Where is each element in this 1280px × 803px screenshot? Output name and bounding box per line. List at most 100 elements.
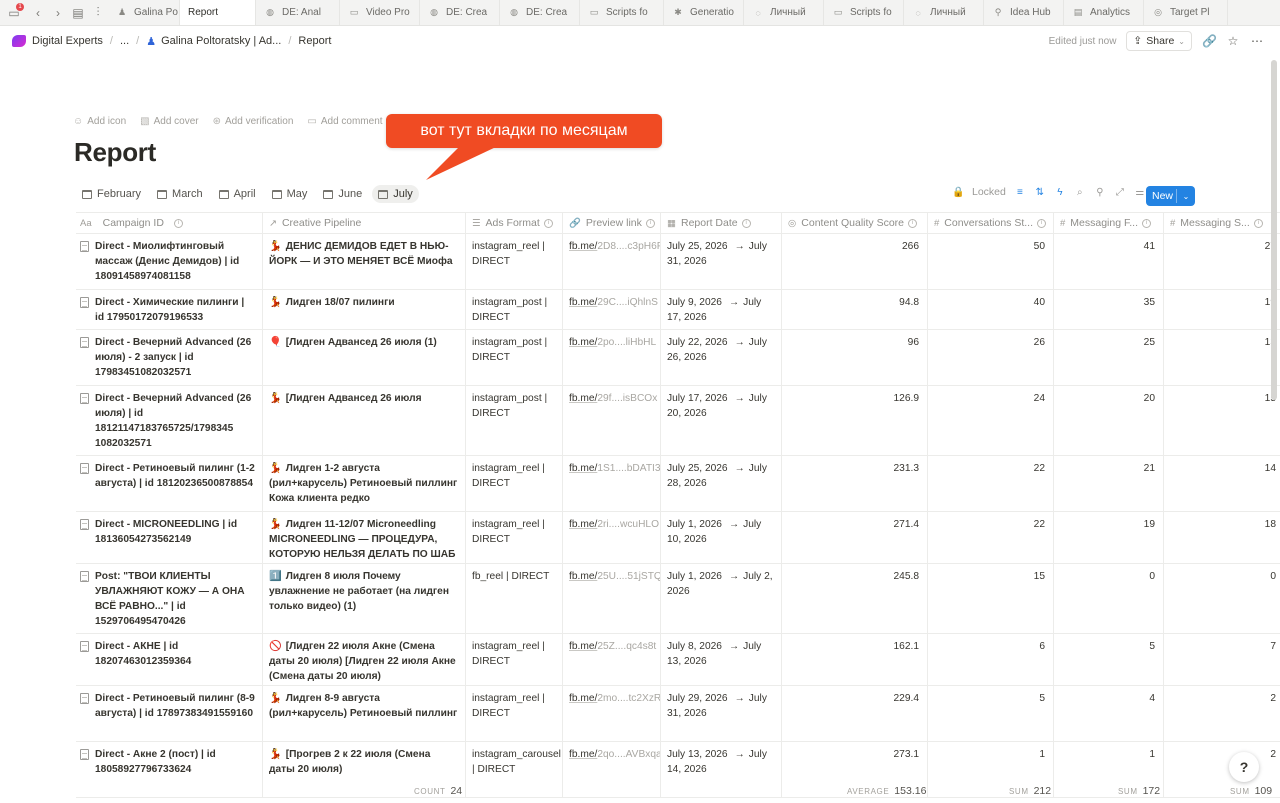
browser-tab[interactable]: ▭ Scripts fo (824, 0, 904, 25)
preview-link[interactable]: fb.me/2ri....wcuHLO (569, 519, 659, 530)
info-icon[interactable]: i (645, 218, 655, 228)
automation-icon[interactable]: ϟ (1054, 187, 1066, 198)
page-title[interactable]: Report (74, 137, 156, 168)
column-header[interactable]: ▦ Report Date i (661, 213, 782, 233)
quality-score-cell[interactable]: 266 (782, 234, 928, 289)
browser-tab[interactable]: ◌ Личный (744, 0, 824, 25)
stats-icon[interactable]: ⫶ (88, 0, 108, 25)
preview-link[interactable]: fb.me/29f....isBCOx (569, 393, 657, 404)
info-icon[interactable]: i (173, 218, 183, 228)
sort-icon[interactable]: ⇅ (1034, 187, 1046, 198)
browser-tab[interactable]: ▭ Video Pro (340, 0, 420, 25)
column-header[interactable]: ☰ Ads Format i (466, 213, 563, 233)
messaging-f-cell[interactable]: 25 (1054, 330, 1164, 385)
preview-link-cell[interactable]: fb.me/2mo....tc2XzR (563, 686, 661, 741)
preview-link-cell[interactable]: fb.me/2po....liHbHL (563, 330, 661, 385)
quality-score-cell[interactable]: 271.4 (782, 512, 928, 563)
preview-link[interactable]: fb.me/2D8....c3pH6P (569, 241, 660, 252)
messaging-f-cell[interactable]: 19 (1054, 512, 1164, 563)
conversations-cell[interactable]: 5 (928, 686, 1054, 741)
messaging-s-cell[interactable]: 7 (1164, 634, 1280, 685)
creative-cell[interactable]: 🚫 [Лидген 22 июля Акне (Смена даты 20 июл… (263, 634, 466, 685)
breadcrumb-workspace[interactable]: Digital Experts (32, 35, 103, 47)
browser-tab[interactable]: ✱ Generatio (664, 0, 744, 25)
messaging-s-cell[interactable]: 0 (1164, 564, 1280, 633)
table-row[interactable]: Direct - Химические пилинги | id 1795017… (76, 290, 1280, 330)
campaign-cell[interactable]: Direct - Вечерний Advanced (26 июля) - 2… (76, 330, 263, 385)
conversations-cell[interactable]: 50 (928, 234, 1054, 289)
browser-tab[interactable]: ◍ DE: Anal (256, 0, 340, 25)
quality-score-cell[interactable]: 245.8 (782, 564, 928, 633)
zoom-icon[interactable]: ⌕ (1074, 187, 1086, 198)
table-row[interactable]: Direct - Ретиноевый пилинг (1-2 августа)… (76, 456, 1280, 512)
preview-link[interactable]: fb.me/29C....iQhlnS (569, 297, 658, 308)
browser-tab[interactable]: ⚲ Idea Hub (984, 0, 1064, 25)
messaging-f-cell[interactable]: 5 (1054, 634, 1164, 685)
footer-sum-messaging-f[interactable]: SUM 172 (1118, 785, 1160, 797)
info-icon[interactable]: i (741, 218, 751, 228)
column-header[interactable]: Aa Campaign ID i (76, 213, 263, 233)
quality-score-cell[interactable]: 231.3 (782, 456, 928, 511)
table-row[interactable]: Post: "ТВОИ КЛИЕНТЫ УВЛАЖНЯЮТ КОЖУ — А О… (76, 564, 1280, 634)
messaging-f-cell[interactable]: 21 (1054, 456, 1164, 511)
browser-tab[interactable]: ▤ Analytics (1064, 0, 1144, 25)
conversations-cell[interactable]: 22 (928, 512, 1054, 563)
messaging-f-cell[interactable]: 41 (1054, 234, 1164, 289)
footer-count[interactable]: COUNT 24 (414, 785, 462, 797)
creative-cell[interactable]: 💃 Лидген 11-12/07 Microneedling MICRONEED… (263, 512, 466, 563)
preview-link[interactable]: fb.me/1S1....bDATI3 (569, 463, 660, 474)
campaign-cell[interactable]: Direct - Вечерний Advanced (26 июля) | i… (76, 386, 263, 455)
messaging-s-cell[interactable]: 18 (1164, 512, 1280, 563)
report-date-cell[interactable]: July 29, 2026 → July 31, 2026 (661, 686, 782, 741)
search-icon[interactable]: ⚲ (1094, 187, 1106, 198)
chevron-down-icon[interactable]: ⌄ (1177, 192, 1195, 201)
expand-icon[interactable]: ⤢ (1114, 187, 1126, 198)
campaign-cell[interactable]: Post: "ТВОИ КЛИЕНТЫ УВЛАЖНЯЮТ КОЖУ — А О… (76, 564, 263, 633)
star-icon[interactable]: ☆ (1226, 34, 1240, 48)
preview-link-cell[interactable]: fb.me/29C....iQhlnS (563, 290, 661, 329)
locked-label[interactable]: Locked (972, 186, 1006, 198)
creative-cell[interactable]: 💃 ДЕНИС ДЕМИДОВ ЕДЕТ В НЬЮ-ЙОРК — И ЭТО М… (263, 234, 466, 289)
messaging-s-cell[interactable]: 13 (1164, 330, 1280, 385)
reader-icon[interactable]: ▤ (68, 0, 88, 25)
creative-cell[interactable]: 💃 Лидген 8-9 августа (рил+карусель) Ретин… (263, 686, 466, 741)
column-header[interactable]: ◎ Content Quality Score i (782, 213, 928, 233)
conversations-cell[interactable]: 22 (928, 456, 1054, 511)
creative-cell[interactable]: 💃 Лидген 1-2 августа (рил+карусель) Ретин… (263, 456, 466, 511)
conversations-cell[interactable]: 40 (928, 290, 1054, 329)
messaging-s-cell[interactable]: 27 (1164, 234, 1280, 289)
view-tab-july[interactable]: July (372, 185, 419, 203)
footer-sum-conversations[interactable]: SUM 212 (1009, 785, 1051, 797)
view-tab-june[interactable]: June (317, 185, 368, 203)
quality-score-cell[interactable]: 126.9 (782, 386, 928, 455)
breadcrumb-current[interactable]: Report (298, 35, 331, 47)
browser-tab[interactable]: ◌ Личный (904, 0, 984, 25)
preview-link-cell[interactable]: fb.me/25U....51jSTQ (563, 564, 661, 633)
link-icon[interactable]: 🔗 (1202, 34, 1217, 48)
conversations-cell[interactable]: 6 (928, 634, 1054, 685)
preview-link-cell[interactable]: fb.me/2D8....c3pH6P (563, 234, 661, 289)
table-row[interactable]: Direct - MICRONEEDLING | id 181360542735… (76, 512, 1280, 564)
table-row[interactable]: Direct - Вечерний Advanced (26 июля) - 2… (76, 330, 1280, 386)
report-date-cell[interactable]: July 9, 2026 → July 17, 2026 (661, 290, 782, 329)
scrollbar[interactable] (1271, 60, 1277, 400)
preview-link[interactable]: fb.me/25U....51jSTQ (569, 571, 660, 582)
settings-icon[interactable]: ⚌ (1134, 187, 1146, 198)
messaging-s-cell[interactable]: 19 (1164, 290, 1280, 329)
format-cell[interactable]: instagram_post | DIRECT (466, 330, 563, 385)
view-tab-march[interactable]: March (151, 185, 209, 203)
add-icon-button[interactable]: ☺ Add icon (73, 116, 126, 127)
messaging-f-cell[interactable]: 4 (1054, 686, 1164, 741)
share-button[interactable]: ⇪ Share ⌄ (1126, 31, 1192, 51)
help-button[interactable]: ? (1229, 752, 1259, 782)
messaging-s-cell[interactable]: 15 (1164, 386, 1280, 455)
conversations-cell[interactable]: 24 (928, 386, 1054, 455)
sidebar-toggle-icon[interactable]: ▭ 1 (0, 0, 28, 25)
quality-score-cell[interactable]: 229.4 (782, 686, 928, 741)
creative-cell[interactable]: 🎈 [Лидген Адвансед 26 июля (1) (263, 330, 466, 385)
format-cell[interactable]: instagram_reel | DIRECT (466, 456, 563, 511)
quality-score-cell[interactable]: 94.8 (782, 290, 928, 329)
column-header[interactable]: # Conversations St... i (928, 213, 1054, 233)
creative-cell[interactable]: 💃 Лидген 18/07 пилинги (263, 290, 466, 329)
format-cell[interactable]: instagram_reel | DIRECT (466, 234, 563, 289)
